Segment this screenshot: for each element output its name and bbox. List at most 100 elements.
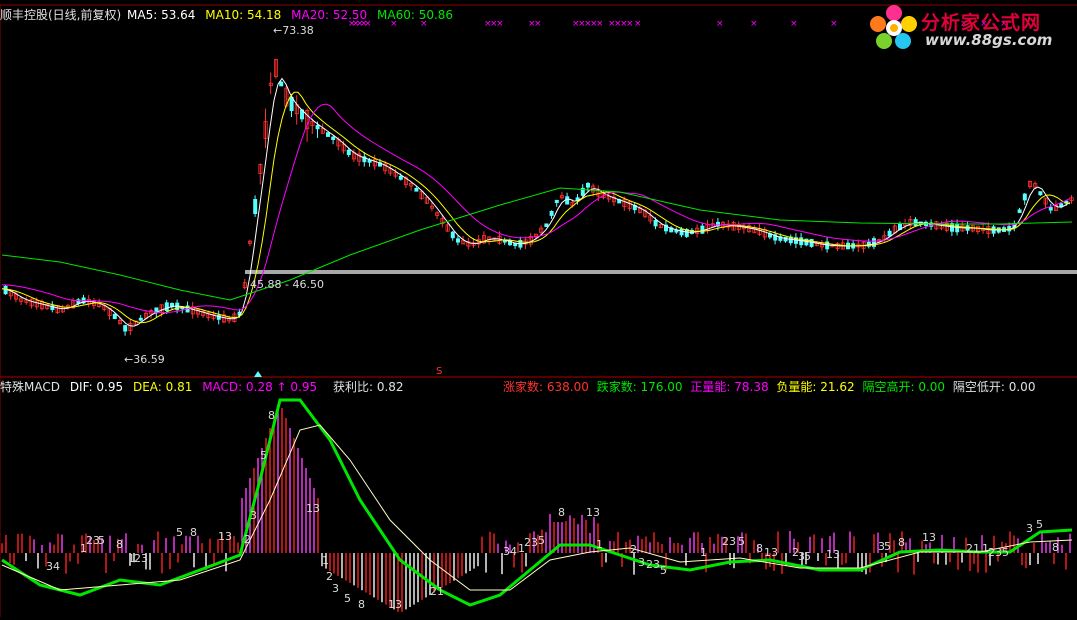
fib-count-label: 5 [538, 534, 545, 547]
low-price-value: 36.59 [133, 353, 165, 366]
macd-lines [1, 398, 1073, 607]
candle-body [112, 313, 117, 320]
candle-body [315, 125, 320, 130]
fib-count-label: 8 [756, 542, 763, 555]
sell-marker: S [436, 366, 443, 377]
candle-body [565, 196, 570, 205]
fib-count-label: 13 [586, 506, 600, 519]
fib-count-label: 13 [826, 548, 840, 561]
fib-count-label: 1 [322, 554, 329, 567]
site-logo: 分析家公式网 www.88gs.com [869, 4, 1069, 50]
fib-count-label: 8 [358, 598, 365, 611]
ma10-line [1, 91, 1071, 324]
ma5-line [1, 77, 1071, 327]
fib-count-label: 23 [134, 552, 148, 565]
ma5-value: MA5: 53.64 [127, 8, 196, 22]
macd-x-marker: × [716, 19, 724, 29]
fib-count-label: 8 [116, 538, 123, 551]
candle-body [554, 199, 559, 204]
low-price-label: ←36.59 [124, 353, 165, 366]
fib-count-label: 23 [646, 558, 660, 571]
candle-body [455, 238, 460, 243]
candle-body [1017, 209, 1022, 213]
rise-count: 涨家数: 638.00 [503, 380, 589, 394]
fib-count-label: 23 [988, 546, 1002, 559]
candle-body [1059, 203, 1064, 208]
candle-body [679, 228, 684, 236]
candle-body [1038, 191, 1043, 196]
candle-body [700, 225, 705, 234]
candle-body [653, 219, 658, 227]
candle-body [253, 199, 258, 214]
fib-count-label: 5 [260, 449, 267, 462]
gap-down: 隔空低开: 0.00 [952, 380, 1036, 394]
fib-count-label: 8 [898, 536, 905, 549]
markers: ××××××××××××××××××××××××××××××× [254, 19, 1008, 377]
profit-ratio: 获利比: 0.82 [332, 380, 404, 394]
up-arrow-icon [254, 371, 262, 377]
positive-energy: 正量能: 78.38 [690, 380, 769, 394]
macd-x-marker: × [790, 19, 798, 29]
fib-count-label: 13 [306, 502, 320, 515]
gap-range-label: 45.88 - 46.50 [250, 278, 324, 291]
candle-body [398, 175, 403, 180]
stock-title: 顺丰控股(日线,前复权) [0, 8, 122, 22]
fib-count-label: 5 [804, 550, 811, 563]
fib-count-label: 5 [884, 540, 891, 553]
fib-count-label: 13 [764, 546, 778, 559]
candle-body [1022, 193, 1027, 201]
ma60-value: MA60: 50.86 [377, 8, 454, 22]
fall-count: 跌家数: 176.00 [596, 380, 683, 394]
macd-x-marker: × [534, 19, 542, 29]
dea-value: DEA: 0.81 [132, 380, 193, 394]
fib-count-label: 8 [1052, 541, 1059, 554]
candle-body [331, 136, 336, 140]
fib-count-label: 34 [503, 545, 517, 558]
fib-count-label: 23 [722, 535, 736, 548]
macd-x-marker: × [496, 19, 504, 29]
chart-stage: ××××××××××××××××××××××××××××××× 顺丰控股(日线,… [0, 0, 1077, 617]
fib-count-label: 5 [1036, 518, 1043, 531]
candle-body [279, 81, 284, 87]
candle-body [549, 211, 554, 216]
breadth-stats: 涨家数: 638.00 跌家数: 176.00 正量能: 78.38 负量能: … [503, 380, 1041, 394]
fib-count-label: 21 [430, 585, 444, 598]
fib-count-label: 5 [1002, 546, 1009, 559]
flower-logo-icon [870, 5, 917, 49]
candle-body [138, 317, 143, 321]
fib-count-label: 3 [638, 556, 645, 569]
fib-count-label: 8 [268, 409, 275, 422]
candle-body [289, 96, 294, 112]
fib-count-label: 13 [922, 531, 936, 544]
fib-count-label: 5 [176, 526, 183, 539]
moving-average-lines [1, 77, 1073, 327]
fib-count-label: 23 [524, 536, 538, 549]
macd-x-marker: × [830, 19, 838, 29]
candle-body [1048, 207, 1053, 211]
fib-count-label: 8 [558, 506, 565, 519]
indicator-name: 特殊MACD [0, 380, 60, 394]
fib-count-label: 5 [738, 535, 745, 548]
logo-url: www.88gs.com [925, 31, 1053, 49]
ma20-value: MA20: 52.50 [291, 8, 368, 22]
fib-count-label: 2 [630, 543, 637, 556]
ma60-line [1, 187, 1073, 301]
fib-count-label: 2 [244, 533, 251, 546]
macd-x-marker: × [596, 19, 604, 29]
ma10-value: MA10: 54.18 [205, 8, 282, 22]
fib-count-label: 8 [190, 526, 197, 539]
negative-energy: 负量能: 21.62 [776, 380, 855, 394]
stock-chart-canvas[interactable]: ××××××××××××××××××××××××××××××× [0, 0, 1077, 617]
candle-body [414, 188, 419, 192]
fib-count-label: 3 [250, 509, 257, 522]
candle-body [123, 325, 128, 332]
fib-count-label: 5 [98, 534, 105, 547]
fib-count-label: 3 [1026, 522, 1033, 535]
candle-body [346, 149, 351, 155]
top-panel-header: 顺丰控股(日线,前复权) MA5: 53.64 MA10: 54.18 MA20… [0, 8, 459, 22]
fib-count-label: 13 [388, 598, 402, 611]
macd-x-marker: × [750, 19, 758, 29]
candle-body [544, 223, 549, 227]
high-price-value: 73.38 [282, 24, 314, 37]
gap-up: 隔空高开: 0.00 [862, 380, 946, 394]
